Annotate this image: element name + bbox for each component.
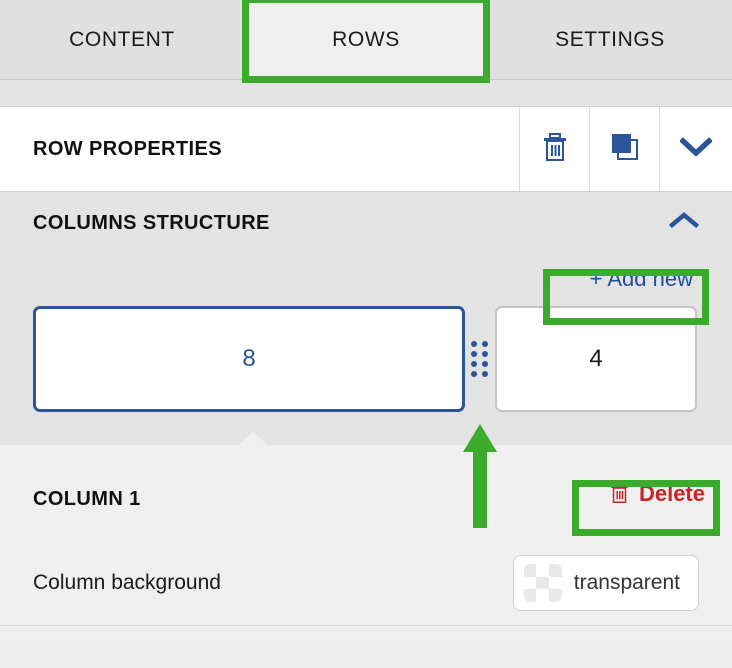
tab-content[interactable]: CONTENT (0, 0, 244, 79)
tab-content-label: CONTENT (69, 27, 175, 51)
column-detail-header: COLUMN 1 Delete (0, 445, 732, 541)
column-delete-label: Delete (638, 481, 705, 506)
column-detail-title: COLUMN 1 (33, 488, 141, 510)
column-block-1[interactable]: 8 (33, 306, 465, 412)
column-detail-section: COLUMN 1 Delete Column background transp… (0, 445, 732, 647)
row-properties-title: ROW PROPERTIES (33, 137, 222, 160)
trash-icon (541, 131, 569, 168)
tab-rows-label: ROWS (332, 27, 400, 51)
column-drag-handle[interactable] (465, 340, 495, 378)
columns-structure-title: COLUMNS STRUCTURE (33, 211, 270, 234)
column-block-2-value: 4 (589, 345, 603, 372)
tab-bar: CONTENT ROWS SETTINGS (0, 0, 732, 80)
row-collapse-button[interactable] (659, 107, 732, 191)
columns-structure-header: COLUMNS STRUCTURE (0, 192, 732, 254)
checkerboard-swatch-icon (523, 564, 562, 602)
columns-structure-panel: COLUMNS STRUCTURE + Add new 8 4 (0, 192, 732, 446)
tab-rows[interactable]: ROWS (244, 0, 488, 79)
trash-icon (609, 480, 630, 508)
top-spacer (0, 80, 732, 107)
bottom-fill (0, 626, 732, 647)
app-root: CONTENT ROWS SETTINGS ROW PROPERTIES COL… (0, 0, 732, 668)
tab-settings-label: SETTINGS (555, 27, 665, 51)
selected-column-caret (238, 431, 268, 446)
add-new-button[interactable]: + Add new (584, 264, 699, 294)
column-block-2[interactable]: 4 (495, 306, 697, 412)
columns-structure-collapse-button[interactable] (668, 211, 700, 236)
column-blocks: 8 4 (0, 304, 732, 414)
column-block-1-value: 8 (242, 345, 256, 372)
duplicate-icon (610, 132, 640, 167)
column-delete-button[interactable]: Delete (601, 476, 713, 512)
row-delete-button[interactable] (519, 107, 589, 191)
chevron-down-icon (679, 136, 713, 163)
column-background-label: Column background (33, 571, 221, 594)
row-properties-bar: ROW PROPERTIES (0, 107, 732, 192)
column-background-swatch-button[interactable]: transparent (512, 555, 699, 611)
add-new-row: + Add new (0, 254, 732, 304)
row-duplicate-button[interactable] (589, 107, 659, 191)
column-background-row: Column background transparent (0, 541, 732, 625)
column-background-value: transparent (573, 571, 680, 594)
tab-settings[interactable]: SETTINGS (488, 0, 732, 79)
chevron-up-icon (668, 211, 700, 236)
drag-dots-icon (471, 340, 489, 378)
